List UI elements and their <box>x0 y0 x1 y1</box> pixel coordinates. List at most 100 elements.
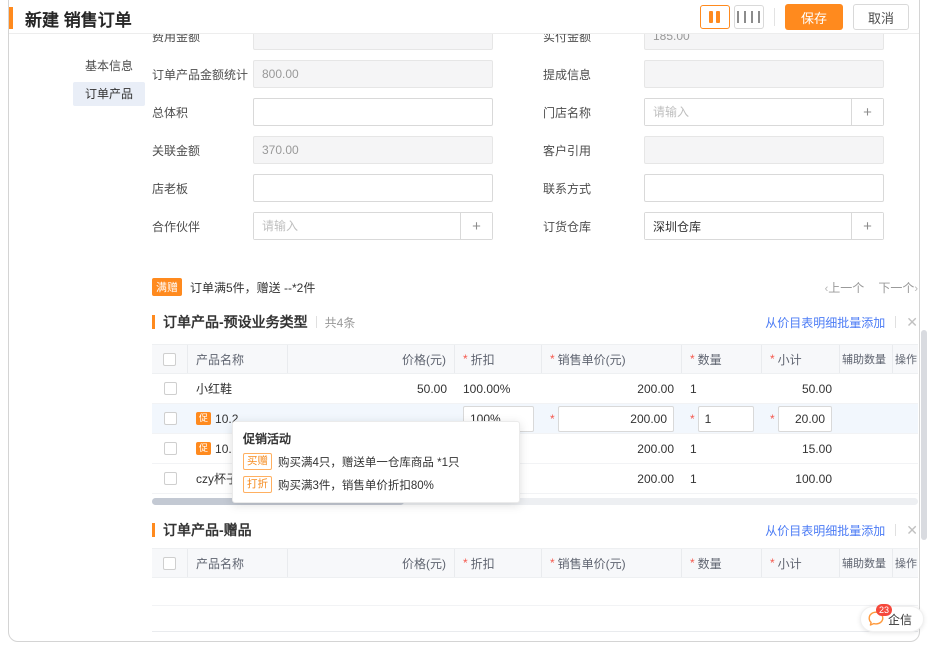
empty-row <box>152 578 918 606</box>
chat-bubble-icon: 23 <box>867 610 885 628</box>
divider <box>774 8 775 26</box>
form-left-column: 费用金额 订单产品金额统计 总体积 关联金额 店老板 合作伙伴 + <box>152 22 493 250</box>
pause-bars-icon <box>709 11 713 23</box>
section-gift-products: 订单产品-赠品 从价目表明细批量添加 ✕ <box>152 520 918 540</box>
view-toggle-list-button[interactable] <box>734 5 764 29</box>
view-toggle-group <box>700 5 764 29</box>
commission-info-input <box>644 60 884 88</box>
promo-next-button[interactable]: 下一个› <box>878 279 918 296</box>
store-name-label: 门店名称 <box>543 104 644 121</box>
commission-info-label: 提成信息 <box>543 66 644 83</box>
col-product-name: 产品名称 <box>188 549 288 577</box>
tooltip-item: 打折 购买满3件，销售单价折扣80% <box>243 476 509 493</box>
list-bars-icon <box>737 11 739 23</box>
promo-type-badge: 满赠 <box>152 278 182 296</box>
promo-badge: 促 <box>196 412 211 425</box>
total-volume-label: 总体积 <box>152 104 253 121</box>
subtotal-value: 50.00 <box>762 374 840 403</box>
related-amount-input <box>253 136 493 164</box>
unit-price-value: 200.00 <box>542 434 682 463</box>
subtotal-input[interactable] <box>778 406 832 432</box>
gift-promo-badge: 买赠 <box>243 453 272 470</box>
product-name: 小红鞋 <box>188 374 288 403</box>
discount-value: 100.00% <box>455 374 542 403</box>
customer-ref-input <box>644 136 884 164</box>
row-checkbox[interactable] <box>164 472 177 485</box>
contact-input[interactable] <box>644 174 884 202</box>
promo-banner: 满赠 订单满5件，赠送 --*2件 ‹上一个 下一个› <box>152 278 918 296</box>
row-checkbox[interactable] <box>164 442 177 455</box>
col-discount: *折扣 <box>455 549 542 577</box>
col-discount: *折扣 <box>455 345 542 373</box>
warehouse-add-button[interactable]: + <box>851 213 883 239</box>
col-aux-qty: 辅助数量 <box>840 549 893 577</box>
product-amount-total-input <box>253 60 493 88</box>
store-name-lookup: + <box>644 98 884 126</box>
total-volume-input[interactable] <box>253 98 493 126</box>
unread-count-badge: 23 <box>876 604 892 616</box>
related-amount-label: 关联金额 <box>152 142 253 159</box>
shop-owner-label: 店老板 <box>152 180 253 197</box>
batch-add-from-pricelist-link[interactable]: 从价目表明细批量添加 <box>765 522 885 539</box>
view-toggle-columns-button[interactable] <box>700 5 730 29</box>
store-name-add-button[interactable]: + <box>851 99 883 125</box>
subtotal-value: 100.00 <box>762 464 840 493</box>
row-count-badge: 共4条 <box>325 314 356 331</box>
col-action: 操作 <box>893 549 918 577</box>
qty-value: 1 <box>682 434 762 463</box>
chat-label: 企信 <box>888 611 912 628</box>
divider <box>895 524 896 536</box>
section-title: 订单产品-预设业务类型 <box>163 312 308 332</box>
col-unit-price: *销售单价(元) <box>542 549 682 577</box>
table-header-row: 产品名称 价格(元) *折扣 *销售单价(元) *数量 *小计 辅助数量 操作 <box>152 344 918 374</box>
vertical-scrollbar-thumb[interactable] <box>921 330 927 540</box>
unit-price-value: 200.00 <box>542 464 682 493</box>
product-amount-total-label: 订单产品金额统计 <box>152 66 253 83</box>
qixin-chat-button[interactable]: 23 企信 <box>860 606 924 632</box>
partner-input[interactable] <box>254 213 460 239</box>
title-accent-bar <box>9 7 13 29</box>
warehouse-input[interactable] <box>645 213 851 239</box>
select-all-checkbox[interactable] <box>163 557 176 570</box>
page-title: 新建 销售订单 <box>25 6 132 31</box>
select-all-checkbox[interactable] <box>163 353 176 366</box>
section-order-products: 订单产品-预设业务类型 共4条 从价目表明细批量添加 ✕ <box>152 312 918 332</box>
cancel-button[interactable]: 取消 <box>853 4 909 30</box>
promo-prev-button[interactable]: ‹上一个 <box>825 279 865 296</box>
partner-add-button[interactable]: + <box>460 213 492 239</box>
col-price: 价格(元) <box>288 345 455 373</box>
sidebar-item-basic-info[interactable]: 基本信息 <box>73 54 145 78</box>
qty-value: 1 <box>682 464 762 493</box>
col-subtotal: *小计 <box>762 549 840 577</box>
discount-promo-badge: 打折 <box>243 476 272 493</box>
col-price: 价格(元) <box>288 549 455 577</box>
warehouse-label: 订货仓库 <box>543 218 644 235</box>
qty-input[interactable] <box>698 406 754 432</box>
gift-products-table: 产品名称 价格(元) *折扣 *销售单价(元) *数量 *小计 辅助数量 操作 <box>152 548 918 632</box>
partner-label: 合作伙伴 <box>152 218 253 235</box>
promo-pager: ‹上一个 下一个› <box>825 279 918 296</box>
unit-price-input[interactable] <box>558 406 674 432</box>
promo-badge: 促 <box>196 442 211 455</box>
chevron-right-icon: › <box>914 283 918 295</box>
sidebar: 基本信息 订单产品 <box>9 34 150 644</box>
shop-owner-input[interactable] <box>253 174 493 202</box>
contact-label: 联系方式 <box>543 180 644 197</box>
promotion-tooltip: 促销活动 买赠 购买满4只，赠送单一仓库商品 *1只 打折 购买满3件，销售单价… <box>232 421 520 503</box>
customer-ref-label: 客户引用 <box>543 142 644 159</box>
form-right-column: 实付金额 提成信息 门店名称 + 客户引用 联系方式 订货仓库 + <box>543 22 884 250</box>
sidebar-item-order-products[interactable]: 订单产品 <box>73 82 145 106</box>
close-icon[interactable]: ✕ <box>906 314 918 331</box>
promo-text: 订单满5件，赠送 --*2件 <box>190 279 315 296</box>
store-name-input[interactable] <box>645 99 851 125</box>
row-checkbox[interactable] <box>164 412 177 425</box>
col-qty: *数量 <box>682 345 762 373</box>
close-icon[interactable]: ✕ <box>906 522 918 539</box>
partner-lookup: + <box>253 212 493 240</box>
subtotal-value: 15.00 <box>762 434 840 463</box>
save-button[interactable]: 保存 <box>785 4 843 30</box>
row-checkbox[interactable] <box>164 382 177 395</box>
title-bar: 新建 销售订单 保存 取消 <box>9 0 919 34</box>
batch-add-from-pricelist-link[interactable]: 从价目表明细批量添加 <box>765 314 885 331</box>
divider <box>316 316 317 328</box>
